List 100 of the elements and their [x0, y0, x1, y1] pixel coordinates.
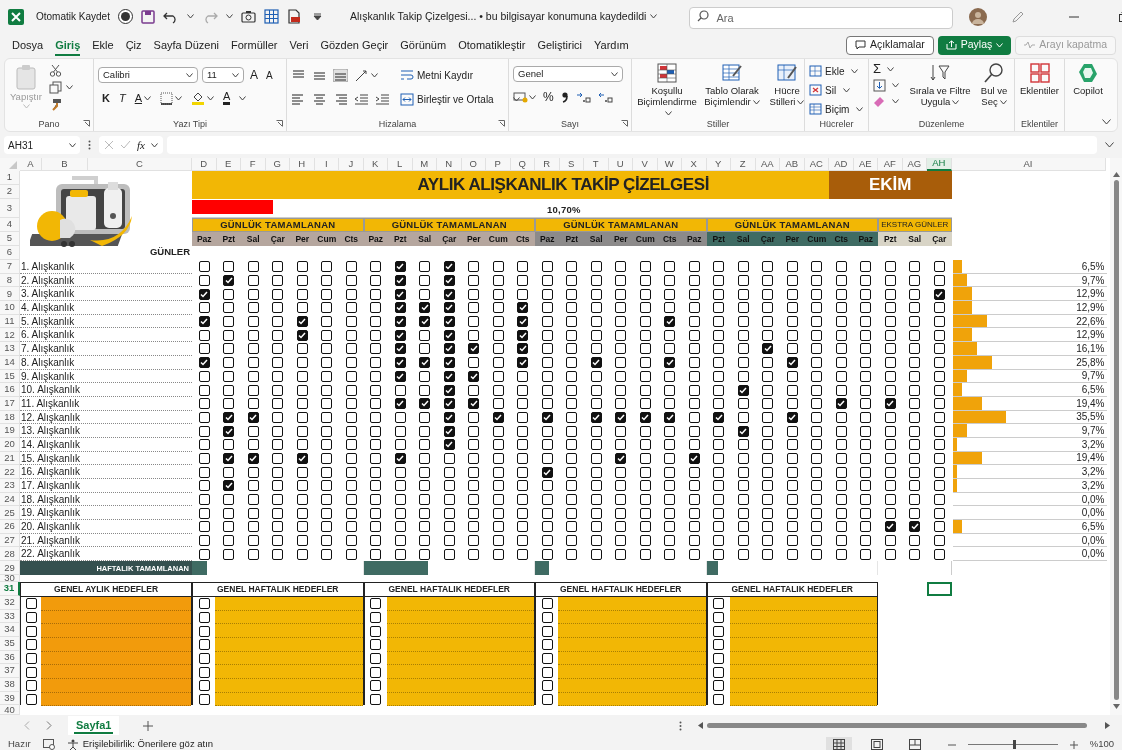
menu-tab[interactable]: Yardım [588, 34, 635, 56]
align-right-icon[interactable] [333, 92, 348, 106]
row-header[interactable]: 6 [0, 246, 20, 260]
view-button[interactable] [825, 737, 852, 750]
avatar-icon[interactable] [969, 7, 988, 26]
column-header[interactable]: X [682, 158, 707, 171]
column-header[interactable]: Q [510, 158, 535, 171]
copy-icon[interactable] [49, 81, 62, 94]
column-header[interactable]: W [657, 158, 682, 171]
underline-button[interactable]: A [134, 90, 152, 107]
column-header[interactable]: L [388, 158, 413, 171]
column-header[interactable]: I [314, 158, 339, 171]
column-header[interactable]: J [339, 158, 364, 171]
camera-icon[interactable] [240, 10, 256, 23]
menu-tab[interactable]: Formüller [225, 34, 284, 56]
addins-button[interactable]: Eklentiler [1016, 62, 1063, 96]
column-header[interactable]: N [437, 158, 462, 171]
selected-cell[interactable] [927, 582, 952, 596]
currency-icon[interactable] [513, 91, 528, 103]
bold-button[interactable]: K [102, 90, 110, 107]
dialog-launcher-icon[interactable] [621, 120, 628, 127]
row-header[interactable]: 7 [0, 260, 20, 274]
format-cells-button[interactable]: Biçim [809, 100, 864, 118]
row-header[interactable]: 34 [0, 623, 20, 637]
delete-cells-button[interactable]: Sil [809, 81, 864, 99]
align-bottom-icon[interactable] [333, 68, 348, 82]
column-header[interactable]: B [42, 158, 88, 171]
table-grid-icon[interactable] [263, 9, 279, 24]
column-header[interactable]: V [633, 158, 658, 171]
column-header[interactable]: AC [804, 158, 829, 171]
accessibility-button[interactable]: Erişilebilirlik: Önerilere göz atın [66, 737, 214, 750]
column-header[interactable]: D [192, 158, 217, 171]
row-header[interactable]: 4 [0, 218, 20, 232]
font-color-button[interactable]: A [223, 91, 231, 106]
menu-tab[interactable]: Giriş [49, 34, 87, 56]
conditional-formatting-button[interactable]: Koşullu Biçimlendirme [636, 62, 698, 118]
name-box[interactable]: AH31 [4, 136, 80, 154]
menu-tab[interactable]: Veri [283, 34, 315, 56]
more-options-icon[interactable] [679, 720, 682, 731]
more-options-icon[interactable] [88, 140, 91, 150]
number-format-dropdown[interactable]: Genel [513, 66, 623, 82]
menu-tab[interactable]: Geliştirici [531, 34, 589, 56]
comments-button[interactable]: Açıklamalar [845, 35, 934, 55]
row-header[interactable]: 23 [0, 479, 20, 493]
zoom-slider[interactable] [967, 739, 1058, 750]
row-header[interactable]: 37 [0, 664, 20, 678]
menu-tab[interactable]: Sayfa Düzeni [147, 34, 225, 56]
italic-button[interactable]: T [118, 90, 126, 107]
column-header[interactable]: H [290, 158, 315, 171]
sort-filter-button[interactable]: Sırala ve Filtre Uygula [905, 62, 975, 107]
font-name-dropdown[interactable]: Calibri [98, 67, 198, 83]
vertical-scrollbar[interactable] [1110, 158, 1122, 715]
dialog-launcher-icon[interactable] [83, 120, 90, 127]
column-header[interactable]: F [241, 158, 266, 171]
row-header[interactable]: 25 [0, 506, 20, 521]
row-header[interactable]: 29 [0, 561, 20, 576]
menu-tab[interactable]: Dosya [6, 34, 50, 56]
dialog-launcher-icon[interactable] [498, 120, 505, 127]
save-icon[interactable] [140, 9, 155, 24]
menu-tab[interactable]: Gözden Geçir [314, 34, 395, 56]
merge-center-button[interactable]: Birleştir ve Ortala [400, 90, 520, 108]
fill-color-icon[interactable] [191, 91, 206, 106]
shrink-font-button[interactable]: A [264, 67, 275, 83]
menu-tab[interactable]: Görünüm [394, 34, 453, 56]
row-header[interactable]: 16 [0, 383, 20, 397]
text-orientation-icon[interactable] [354, 68, 369, 82]
column-header[interactable]: AF [878, 158, 903, 171]
row-header[interactable]: 19 [0, 424, 20, 438]
column-header[interactable]: A [20, 158, 42, 171]
column-header[interactable]: K [363, 158, 388, 171]
insert-function-button[interactable]: fx [137, 136, 145, 154]
autosave-toggle[interactable] [117, 9, 133, 24]
collapse-ribbon-icon[interactable] [1102, 119, 1111, 125]
sheet-tab[interactable]: Sayfa1 [68, 716, 120, 735]
column-header[interactable]: G [265, 158, 290, 171]
menu-tab[interactable]: Ekle [86, 34, 120, 56]
zoom-slider-thumb[interactable] [1012, 740, 1016, 749]
column-header[interactable]: T [584, 158, 609, 171]
column-header[interactable]: C [88, 158, 192, 171]
autosum-button[interactable]: Σ [873, 62, 882, 76]
pen-icon[interactable] [1011, 9, 1026, 24]
column-header[interactable]: AH [927, 158, 952, 171]
row-header[interactable]: 31 [0, 582, 20, 596]
column-header[interactable]: AG [902, 158, 927, 171]
menu-tab[interactable]: Otomatikleştir [452, 34, 532, 56]
column-header[interactable]: U [608, 158, 633, 171]
column-header[interactable]: O [461, 158, 486, 171]
grow-font-button[interactable]: A [248, 66, 260, 84]
dialog-launcher-icon[interactable] [276, 120, 283, 127]
row-header[interactable]: 22 [0, 465, 20, 479]
find-select-button[interactable]: Bul ve Seç [977, 62, 1011, 107]
menu-tab[interactable]: Çiz [119, 34, 148, 56]
align-center-icon[interactable] [312, 92, 327, 106]
column-header[interactable]: E [216, 158, 241, 171]
column-header[interactable]: R [535, 158, 560, 171]
align-left-icon[interactable] [291, 92, 306, 106]
comma-style-icon[interactable] [560, 91, 569, 103]
column-header[interactable]: S [559, 158, 584, 171]
column-header[interactable]: AD [829, 158, 854, 171]
row-header[interactable]: 10 [0, 301, 20, 315]
